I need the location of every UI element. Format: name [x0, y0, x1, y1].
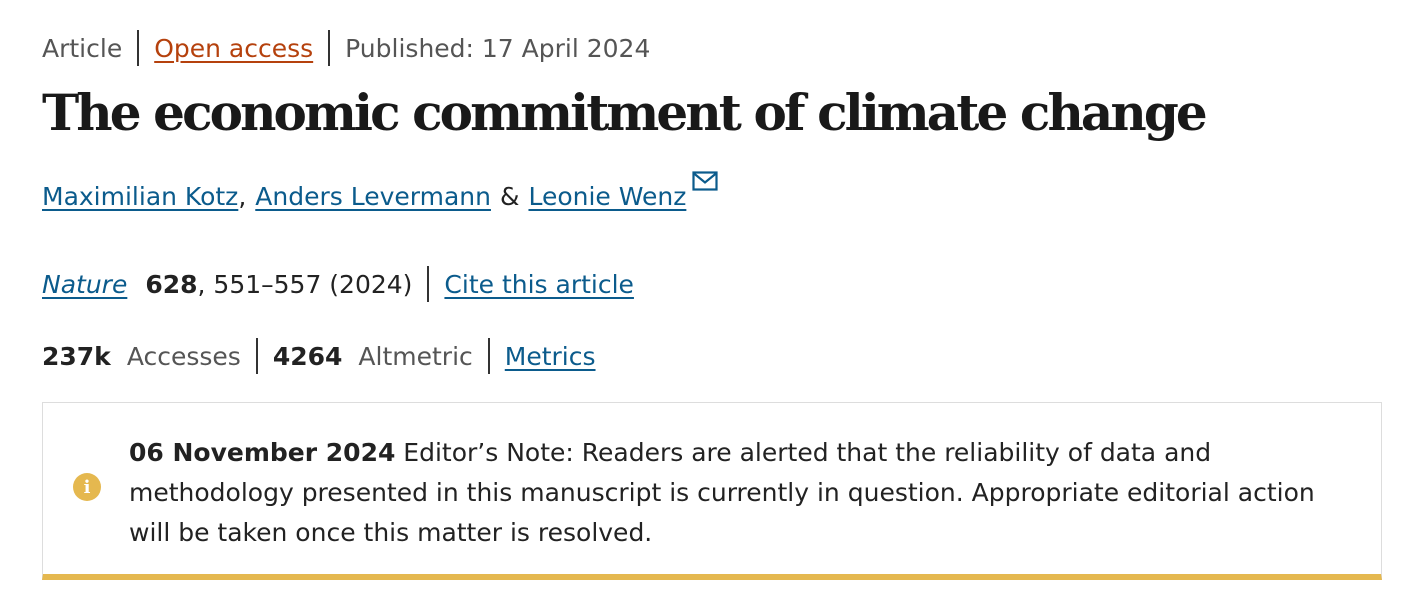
author-link-kotz[interactable]: Maximilian Kotz — [42, 182, 238, 211]
accesses-label: Accesses — [126, 341, 241, 371]
open-access-link[interactable]: Open access — [154, 34, 313, 63]
author-ampersand: & — [499, 182, 520, 211]
divider — [487, 338, 490, 374]
metrics-bar: 237k Accesses 4264 Altmetric Metrics — [42, 336, 596, 376]
divider — [328, 30, 331, 66]
editor-note-date: 06 November 2024 — [129, 438, 396, 467]
divider — [255, 338, 258, 374]
article-type: Article — [42, 33, 123, 63]
altmetric-label: Altmetric — [358, 341, 473, 371]
author-link-levermann[interactable]: Anders Levermann — [255, 182, 491, 211]
divider — [427, 266, 430, 302]
mail-icon[interactable] — [692, 168, 718, 197]
info-icon: i — [73, 473, 101, 501]
metrics-link[interactable]: Metrics — [505, 342, 596, 371]
author-list: Maximilian Kotz , Anders Levermann & Leo… — [42, 171, 718, 211]
journal-pages-year: , 551–557 (2024) — [197, 269, 413, 299]
journal-link[interactable]: Nature — [42, 270, 127, 299]
citation-line: Nature 628 , 551–557 (2024) Cite this ar… — [42, 264, 634, 304]
editor-note-box: i 06 November 2024 Editor’s Note: Reader… — [42, 402, 1382, 580]
cite-article-link[interactable]: Cite this article — [444, 270, 634, 299]
article-title: The economic commitment of climate chang… — [42, 83, 1208, 142]
divider — [137, 30, 140, 66]
author-link-wenz[interactable]: Leonie Wenz — [528, 182, 686, 211]
editor-note-text: 06 November 2024 Editor’s Note: Readers … — [129, 433, 1349, 553]
published-date: Published: 17 April 2024 — [345, 33, 651, 63]
altmetric-score: 4264 — [272, 341, 343, 371]
author-separator: , — [238, 182, 247, 211]
journal-volume: 628 — [145, 269, 198, 299]
article-meta: Article Open access Published: 17 April … — [42, 28, 650, 68]
accesses-count: 237k — [42, 341, 111, 371]
